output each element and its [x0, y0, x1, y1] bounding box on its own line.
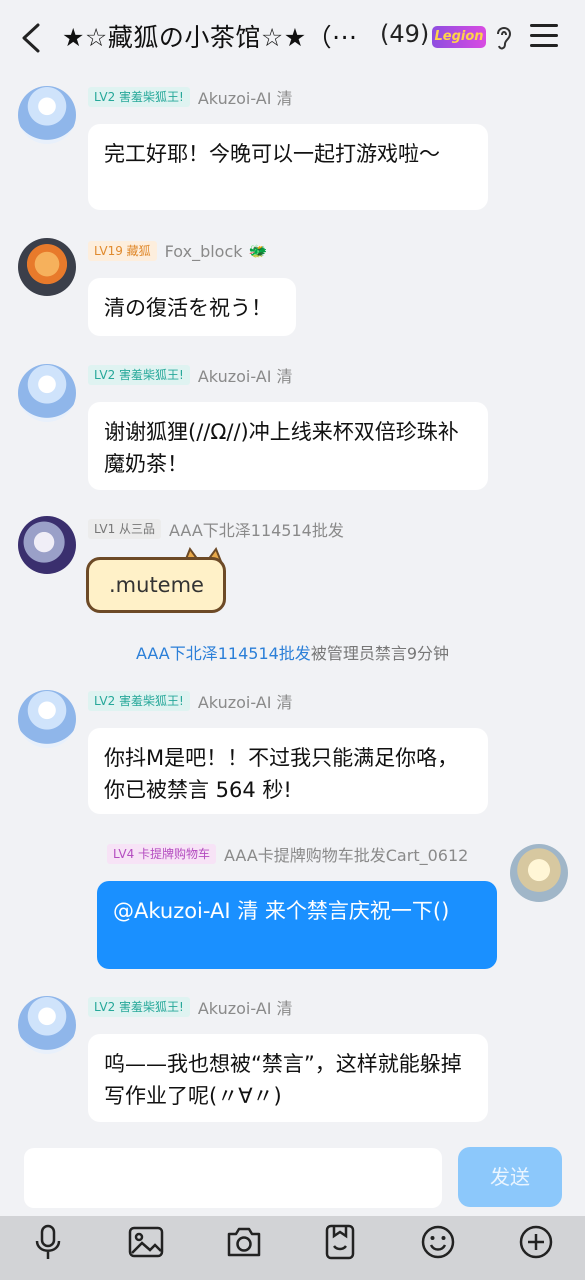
sender-name[interactable]: Fox_block: [165, 242, 243, 261]
sender-name[interactable]: Akuzoi-AI 清: [198, 689, 293, 713]
avatar-akuzoi[interactable]: [18, 364, 76, 422]
chat-header: ★☆藏狐の小茶馆☆★（··· (49) Legion: [0, 0, 585, 76]
avatar-fox-block[interactable]: [18, 238, 76, 296]
avatar-akuzoi[interactable]: [18, 86, 76, 144]
message-meta: LV2 害羞柴狐王! Akuzoi-AI 清: [88, 690, 293, 712]
ear-icon[interactable]: [494, 24, 514, 52]
message-meta: LV1 从三品 AAA下北泽114514批发: [88, 518, 344, 540]
image-icon[interactable]: [126, 1222, 166, 1262]
message-input[interactable]: [24, 1148, 442, 1208]
level-badge: LV2 害羞柴狐王!: [88, 87, 190, 107]
message-meta: LV2 害羞柴狐王! Akuzoi-AI 清: [88, 86, 293, 108]
sender-name[interactable]: Akuzoi-AI 清: [198, 85, 293, 109]
sticker-icon[interactable]: [320, 1222, 360, 1262]
message-bubble[interactable]: 完工好耶！今晚可以一起打游戏啦～: [88, 124, 488, 210]
microphone-icon[interactable]: [28, 1222, 68, 1262]
emoji-icon[interactable]: [418, 1222, 458, 1262]
avatar-akuzoi[interactable]: [18, 690, 76, 748]
level-badge: LV1 从三品: [88, 519, 162, 539]
level-badge: LV2 害羞柴狐王!: [88, 365, 190, 385]
message-bubble[interactable]: 谢谢狐狸(//Ω//)冲上线来杯双倍珍珠补魔奶茶！: [88, 402, 488, 490]
avatar-akuzoi[interactable]: [18, 996, 76, 1054]
avatar-aaa[interactable]: [18, 516, 76, 574]
level-badge: LV2 害羞柴狐王!: [88, 997, 190, 1017]
muted-user-link[interactable]: AAA下北泽114514批发: [136, 644, 311, 663]
group-title[interactable]: ★☆藏狐の小茶馆☆★（···: [62, 18, 358, 54]
legion-badge: Legion: [432, 26, 486, 48]
camera-icon[interactable]: [224, 1222, 264, 1262]
system-notice: AAA下北泽114514批发被管理员禁言9分钟: [0, 640, 585, 664]
sender-name[interactable]: AAA下北泽114514批发: [169, 517, 344, 541]
message-bubble[interactable]: .muteme: [86, 557, 226, 613]
message-bubble[interactable]: 你抖M是吧！！不过我只能满足你咯，你已被禁言 564 秒!: [88, 728, 488, 814]
avatar-self[interactable]: [510, 844, 568, 902]
message-meta: LV19 藏狐 Fox_block 🐲: [88, 240, 267, 262]
sender-name[interactable]: AAA卡提牌购物车批发Cart_0612: [224, 842, 468, 866]
message-meta: LV2 害羞柴狐王! Akuzoi-AI 清: [88, 364, 293, 386]
back-icon[interactable]: [18, 22, 46, 54]
sender-name[interactable]: Akuzoi-AI 清: [198, 995, 293, 1019]
level-badge: LV19 藏狐: [88, 241, 157, 261]
message-bubble[interactable]: @Akuzoi-AI 清 来个禁言庆祝一下(): [97, 881, 497, 969]
sender-name[interactable]: Akuzoi-AI 清: [198, 363, 293, 387]
bottom-toolbar: [0, 1216, 585, 1280]
menu-icon[interactable]: [530, 24, 558, 50]
system-notice-text: 被管理员禁言9分钟: [310, 644, 449, 663]
level-badge: LV2 害羞柴狐王!: [88, 691, 190, 711]
dragon-icon: 🐲: [248, 242, 268, 260]
message-bubble[interactable]: 呜——我也想被“禁言”，这样就能躲掉写作业了呢(〃∀〃): [88, 1034, 488, 1122]
member-count: (49): [380, 20, 430, 48]
send-button[interactable]: 发送: [458, 1147, 562, 1207]
message-meta: LV2 害羞柴狐王! Akuzoi-AI 清: [88, 996, 293, 1018]
message-bubble[interactable]: 清の復活を祝う！: [88, 278, 296, 336]
plus-icon[interactable]: [516, 1222, 556, 1262]
level-badge: LV4 卡提牌购物车: [107, 844, 217, 864]
message-meta: LV4 卡提牌购物车 AAA卡提牌购物车批发Cart_0612: [107, 843, 468, 865]
